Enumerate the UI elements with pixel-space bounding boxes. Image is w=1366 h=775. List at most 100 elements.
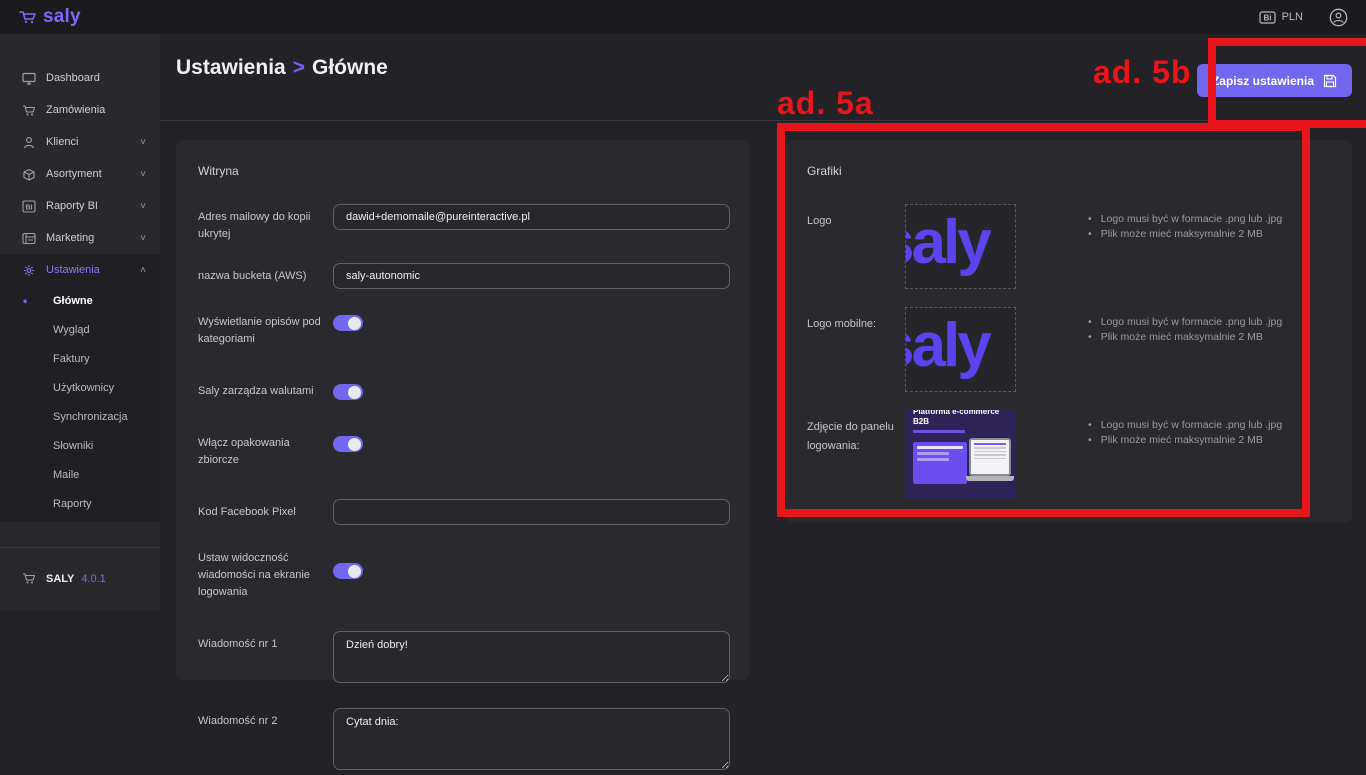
login-preview-heading: Platforma e-commerce B2B bbox=[913, 410, 1003, 427]
sidebar-item-asortyment[interactable]: Asortyment ˅ bbox=[0, 158, 160, 190]
sidebar: Dashboard Zamówienia Klienci ˅ Asortymen… bbox=[0, 34, 160, 611]
upload-requirements: •Logo musi być w formacie .png lub .jpg … bbox=[1088, 410, 1282, 500]
sidebar-subitem-maile[interactable]: Maile bbox=[0, 460, 160, 489]
sidebar-subitem-glowne[interactable]: • Główne bbox=[0, 286, 160, 315]
gear-icon bbox=[22, 264, 37, 277]
facebook-pixel-input[interactable] bbox=[333, 499, 730, 525]
toggle-knob bbox=[348, 438, 361, 451]
sidebar-item-zamowienia[interactable]: Zamówienia bbox=[0, 94, 160, 126]
aws-bucket-input[interactable] bbox=[333, 263, 730, 289]
header-divider bbox=[160, 120, 1366, 121]
show-descriptions-toggle[interactable] bbox=[333, 315, 363, 331]
graphics-row-logo: Logo saly •Logo musi być w formacie .png… bbox=[807, 204, 1330, 289]
field-label: Adres mailowy do kopii ukrytej bbox=[198, 204, 333, 243]
mobile-logo-upload-preview[interactable]: saly bbox=[905, 307, 1016, 392]
login-messages-toggle[interactable] bbox=[333, 563, 363, 579]
field-row-login-messages: Ustaw widoczność wiadomości na ekranie l… bbox=[198, 545, 728, 601]
logo-upload-preview[interactable]: saly bbox=[905, 204, 1016, 289]
brand-logo[interactable]: saly bbox=[18, 6, 81, 28]
chevron-down-icon: ˅ bbox=[140, 233, 146, 244]
sidebar-item-raporty-bi[interactable]: BI Raporty BI ˅ bbox=[0, 190, 160, 222]
bulk-packaging-toggle[interactable] bbox=[333, 436, 363, 452]
app-version: 4.0.1 bbox=[81, 573, 105, 585]
user-icon bbox=[22, 136, 37, 149]
save-settings-button[interactable]: Zapisz ustawienia bbox=[1197, 64, 1352, 97]
sidebar-item-label: Marketing bbox=[46, 232, 94, 244]
sidebar-item-label: Asortyment bbox=[46, 168, 102, 180]
bullet-dot: • bbox=[1088, 418, 1092, 433]
settings-group: Ustawienia ˄ • Główne Wygląd Faktury Uży… bbox=[0, 254, 160, 522]
sidebar-subitem-label: Maile bbox=[53, 469, 79, 481]
login-panel-image-preview[interactable]: Platforma e-commerce B2B bbox=[905, 410, 1016, 500]
bullet-text: Logo musi być w formacie .png lub .jpg bbox=[1101, 315, 1283, 330]
sidebar-item-klienci[interactable]: Klienci ˅ bbox=[0, 126, 160, 158]
field-label: Włącz opakowania zbiorcze bbox=[198, 430, 333, 469]
app-name: SALY bbox=[46, 573, 74, 585]
toggle-knob bbox=[348, 386, 361, 399]
svg-text:Bi: Bi bbox=[1263, 13, 1271, 22]
sidebar-subitem-synchronizacja[interactable]: Synchronizacja bbox=[0, 402, 160, 431]
field-label: Wyświetlanie opisów pod kategoriami bbox=[198, 309, 333, 348]
brand-name: saly bbox=[43, 6, 81, 28]
sidebar-item-marketing[interactable]: Marketing ˅ bbox=[0, 222, 160, 254]
sidebar-item-label: Raporty BI bbox=[46, 200, 98, 212]
chevron-down-icon: ˅ bbox=[140, 201, 146, 212]
bullet-text: Logo musi być w formacie .png lub .jpg bbox=[1101, 212, 1283, 227]
sidebar-subitem-wyglad[interactable]: Wygląd bbox=[0, 315, 160, 344]
field-row-message1: Wiadomość nr 1 Dzień dobry! bbox=[198, 631, 728, 688]
bullet-text: Plik może mieć maksymalnie 2 MB bbox=[1101, 433, 1263, 448]
field-row-bucket: nazwa bucketa (AWS) bbox=[198, 263, 728, 289]
chevron-down-icon: ˅ bbox=[140, 137, 146, 148]
user-avatar-icon[interactable] bbox=[1329, 8, 1348, 27]
sidebar-subitem-label: Synchronizacja bbox=[53, 411, 128, 423]
sidebar-subitem-uzytkownicy[interactable]: Użytkownicy bbox=[0, 373, 160, 402]
bullet-dot: • bbox=[1088, 315, 1092, 330]
sidebar-subitem-label: Faktury bbox=[53, 353, 90, 365]
bi-report-icon: BI bbox=[22, 200, 37, 213]
graphics-row-logo-mobile: Logo mobilne: saly •Logo musi być w form… bbox=[807, 307, 1330, 392]
sidebar-subitem-label: Użytkownicy bbox=[53, 382, 114, 394]
sidebar-item-label: Dashboard bbox=[46, 72, 100, 84]
topbar: saly Bi PLN bbox=[0, 0, 1366, 34]
breadcrumb-parent: Ustawienia bbox=[176, 56, 286, 79]
sidebar-subitem-slowniki[interactable]: Słowniki bbox=[0, 431, 160, 460]
chevron-up-icon: ˄ bbox=[140, 265, 146, 276]
save-button-label: Zapisz ustawienia bbox=[1212, 74, 1314, 88]
sidebar-subitem-raporty[interactable]: Raporty bbox=[0, 489, 160, 518]
grafiki-card: Grafiki Logo saly •Logo musi być w forma… bbox=[785, 140, 1352, 523]
sidebar-item-dashboard[interactable]: Dashboard bbox=[0, 62, 160, 94]
witryna-card: Witryna Adres mailowy do kopii ukrytej n… bbox=[176, 140, 750, 680]
banknote-icon: Bi bbox=[1259, 10, 1276, 25]
currency-selector[interactable]: Bi PLN bbox=[1259, 10, 1303, 25]
upload-requirements: •Logo musi być w formacie .png lub .jpg … bbox=[1088, 204, 1282, 289]
sidebar-item-ustawienia[interactable]: Ustawienia ˄ bbox=[0, 254, 160, 286]
floppy-disk-icon bbox=[1323, 74, 1337, 88]
breadcrumb: Ustawienia>Główne bbox=[176, 56, 388, 80]
sidebar-subitem-faktury[interactable]: Faktury bbox=[0, 344, 160, 373]
message1-textarea[interactable]: Dzień dobry! bbox=[333, 631, 730, 683]
sidebar-footer: SALY 4.0.1 bbox=[0, 547, 160, 611]
sidebar-item-label: Zamówienia bbox=[46, 104, 105, 116]
field-label: Ustaw widoczność wiadomości na ekranie l… bbox=[198, 545, 333, 601]
bullet-dot: • bbox=[1088, 212, 1092, 227]
sidebar-subitem-label: Raporty bbox=[53, 498, 92, 510]
active-dot: • bbox=[23, 294, 27, 308]
field-label: Saly zarządza walutami bbox=[198, 378, 333, 400]
bullet-text: Logo musi być w formacie .png lub .jpg bbox=[1101, 418, 1283, 433]
upload-requirements: •Logo musi być w formacie .png lub .jpg … bbox=[1088, 307, 1282, 392]
sidebar-subitem-label: Słowniki bbox=[53, 440, 93, 452]
graphics-row-login-image: Zdjęcie do panelu logowania: Platforma e… bbox=[807, 410, 1330, 500]
field-row-message2: Wiadomość nr 2 Cytat dnia: bbox=[198, 708, 728, 775]
field-row-fb-pixel: Kod Facebook Pixel bbox=[198, 499, 728, 525]
monitor-icon bbox=[22, 72, 37, 85]
bcc-email-input[interactable] bbox=[333, 204, 730, 230]
field-label: Kod Facebook Pixel bbox=[198, 499, 333, 525]
toggle-knob bbox=[348, 565, 361, 578]
field-row-bulk-packaging: Włącz opakowania zbiorcze bbox=[198, 430, 728, 469]
login-preview-cta-box bbox=[913, 442, 967, 484]
sidebar-subitem-label: Wygląd bbox=[53, 324, 90, 336]
annotation-label-5a: ad. 5a bbox=[777, 85, 874, 122]
message2-textarea[interactable]: Cytat dnia: bbox=[333, 708, 730, 770]
logo-preview-image: saly bbox=[905, 207, 989, 278]
currencies-toggle[interactable] bbox=[333, 384, 363, 400]
